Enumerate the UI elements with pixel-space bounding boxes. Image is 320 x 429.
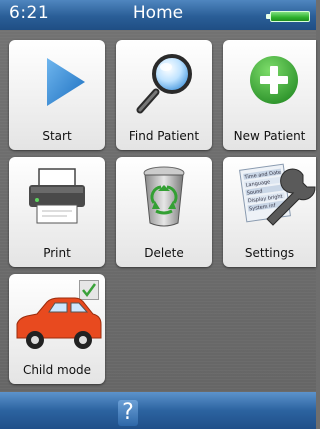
magnifier-icon (136, 54, 192, 114)
print-label: Print (43, 246, 71, 260)
new-patient-label: New Patient (233, 129, 306, 143)
bottom-bar (0, 392, 316, 429)
printer-icon (29, 168, 85, 224)
settings-button[interactable]: Time and Date Language Sound Display bri… (223, 157, 316, 267)
car-icon (16, 297, 102, 349)
print-button[interactable]: Print (9, 157, 105, 267)
start-label: Start (42, 129, 72, 143)
delete-label: Delete (144, 246, 184, 260)
status-bar: 6:21 Home (0, 0, 316, 30)
wrench-settings-icon: Time and Date Language Sound Display bri… (239, 163, 316, 226)
settings-label: Settings (244, 246, 295, 260)
child-mode-label: Child mode (22, 363, 92, 377)
play-icon (47, 58, 85, 106)
home-grid: Start Find Patient New Patient Print Del… (0, 30, 316, 392)
child-mode-button[interactable]: Child mode (9, 274, 105, 384)
start-button[interactable]: Start (9, 40, 105, 150)
new-patient-button[interactable]: New Patient (223, 40, 316, 150)
find-patient-button[interactable]: Find Patient (116, 40, 212, 150)
plus-circle-icon (250, 56, 298, 104)
find-patient-label: Find Patient (128, 129, 200, 143)
recycle-bin-icon (143, 166, 185, 227)
page-title: Home (132, 3, 184, 23)
delete-button[interactable]: Delete (116, 157, 212, 267)
battery-icon (266, 11, 310, 22)
help-button[interactable]: ? (118, 400, 138, 426)
